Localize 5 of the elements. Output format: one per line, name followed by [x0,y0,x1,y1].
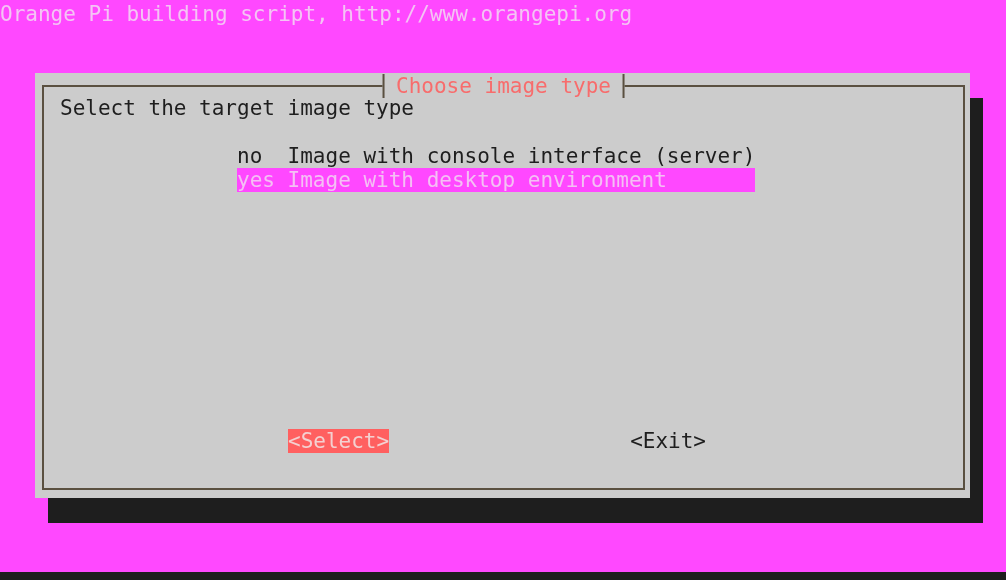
dialog-title: Choose image type [382,74,625,98]
dialog-button[interactable]: <Exit> [630,429,706,453]
prompt-text: Select the target image type [60,96,414,120]
menu-item[interactable]: no Image with console interface (server) [237,144,756,168]
header-text: Orange Pi building script, http://www.orangepi.org [0,1,633,26]
